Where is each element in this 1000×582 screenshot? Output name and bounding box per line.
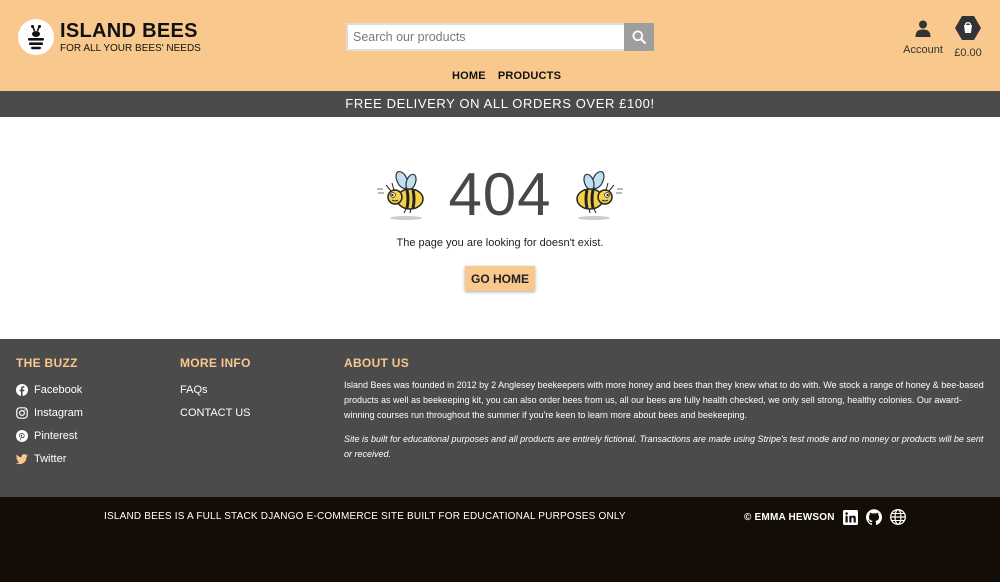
twitter-link[interactable]: Twitter [16, 447, 166, 470]
faqs-link[interactable]: FAQs [180, 378, 330, 401]
go-home-button[interactable]: GO HOME [465, 266, 535, 291]
buzz-title: THE BUZZ [16, 356, 78, 370]
facebook-label: Facebook [34, 383, 83, 396]
bee-left-icon [377, 170, 424, 220]
site-title: ISLAND BEES [60, 19, 198, 42]
nav-home[interactable]: HOME [452, 70, 486, 82]
credit-name: © EMMA HEWSON [744, 511, 835, 523]
error-message: The page you are looking for doesn't exi… [396, 237, 604, 249]
search-icon [632, 30, 646, 44]
bee-logo-icon [18, 19, 54, 55]
bag-total: £0.00 [954, 47, 982, 59]
globe-icon [889, 509, 906, 525]
facebook-icon [16, 383, 28, 396]
bottom-bar: ISLAND BEES IS A FULL STACK DJANGO E-COM… [0, 497, 1000, 582]
linkedin-icon [842, 509, 858, 525]
instagram-icon [16, 406, 28, 419]
account-label: Account [903, 44, 943, 56]
main-content: 404 The page you are looking for doesn't… [0, 117, 1000, 339]
more-info-title: MORE INFO [180, 356, 251, 370]
pinterest-link[interactable]: Pinterest [16, 424, 166, 447]
site-tagline: FOR ALL YOUR BEES' NEEDS [60, 42, 201, 54]
footer-about: ABOUT US Island Bees was founded in 2012… [344, 356, 984, 462]
shopping-bag-icon [955, 16, 981, 40]
site-footer: THE BUZZ Facebook Instagram Pinterest Tw… [0, 339, 1000, 497]
nav-products[interactable]: PRODUCTS [498, 70, 561, 82]
footer-more-info: MORE INFO FAQs CONTACT US [180, 356, 330, 424]
pinterest-icon [16, 429, 28, 442]
about-text: Island Bees was founded in 2012 by 2 Ang… [344, 380, 984, 420]
github-icon [865, 509, 882, 525]
footer-buzz: THE BUZZ Facebook Instagram Pinterest Tw… [16, 356, 166, 470]
main-nav: HOME PRODUCTS [452, 70, 561, 82]
facebook-link[interactable]: Facebook [16, 378, 166, 401]
user-icon [915, 20, 931, 37]
search-button[interactable] [624, 23, 654, 51]
error-code: 404 [448, 161, 552, 228]
instagram-link[interactable]: Instagram [16, 401, 166, 424]
shopping-bag-link[interactable]: £0.00 [950, 16, 986, 59]
credit: © EMMA HEWSON [744, 509, 906, 525]
github-link[interactable] [865, 509, 882, 525]
account-link[interactable]: Account [900, 20, 946, 56]
about-title: ABOUT US [344, 356, 410, 370]
pinterest-label: Pinterest [34, 429, 78, 442]
linkedin-link[interactable] [842, 509, 858, 525]
site-logo[interactable]: ISLAND BEES FOR ALL YOUR BEES' NEEDS [18, 19, 201, 55]
contact-link[interactable]: CONTACT US [180, 401, 330, 424]
website-link[interactable] [889, 509, 906, 525]
twitter-icon [16, 453, 28, 465]
site-header: ISLAND BEES FOR ALL YOUR BEES' NEEDS Acc… [0, 0, 1000, 91]
bottom-disclaimer: ISLAND BEES IS A FULL STACK DJANGO E-COM… [104, 511, 626, 522]
twitter-label: Twitter [34, 452, 67, 465]
delivery-banner: FREE DELIVERY ON ALL ORDERS OVER £100! [0, 91, 1000, 117]
about-note: Site is built for educational purposes a… [344, 434, 984, 459]
instagram-label: Instagram [34, 406, 83, 419]
search-form [346, 23, 654, 51]
search-input[interactable] [346, 23, 624, 51]
bee-right-icon [576, 170, 623, 220]
